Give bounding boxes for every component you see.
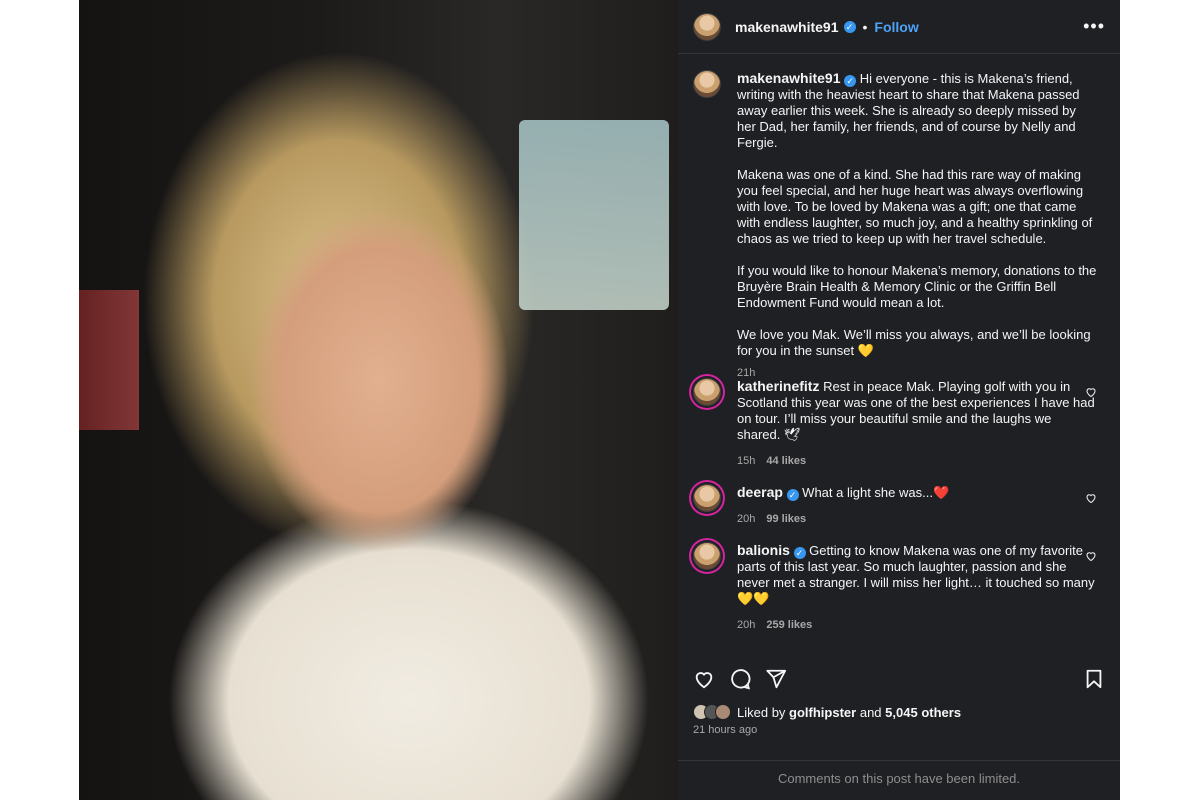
post-actions [693,666,1105,692]
comments-limited-notice: Comments on this post have been limited. [678,760,1120,786]
caption: makenawhite91 ✓ Hi everyone - this is Ma… [693,70,1105,379]
likes-count[interactable]: 5,045 others [885,705,961,720]
caption-username[interactable]: makenawhite91 [737,70,841,86]
comments-list[interactable]: makenawhite91 ✓ Hi everyone - this is Ma… [678,54,1120,632]
car-window [519,120,669,310]
liked-by-label: Liked by [737,704,786,720]
follow-button[interactable]: Follow [874,19,918,35]
comment-time: 20h [737,513,756,525]
like-icon[interactable] [693,668,715,690]
comment-likes[interactable]: 99 likes [766,511,806,527]
comment-time: 15h [737,455,756,467]
likes-summary[interactable]: Liked by golfhipster and 5,045 others [693,704,961,720]
post-header: makenawhite91 ✓ • Follow ••• [678,0,1120,54]
like-comment-icon[interactable] [1085,550,1097,562]
separator-dot: • [862,18,868,35]
car-seat [79,290,139,430]
commenter-avatar[interactable] [693,484,721,512]
author-username[interactable]: makenawhite91 [735,19,839,35]
comment-likes[interactable]: 44 likes [766,453,806,469]
commenter-username[interactable]: balionis [737,542,790,558]
commenter-avatar[interactable] [693,378,721,406]
like-comment-icon[interactable] [1085,386,1097,398]
verified-icon: ✓ [786,489,799,501]
post-photo[interactable] [79,0,678,800]
verified-icon: ✓ [793,547,806,559]
share-icon[interactable] [765,668,787,690]
comment-icon[interactable] [729,668,751,690]
caption-paragraph-3: If you would like to honour Makena’s mem… [737,263,1097,310]
caption-paragraph-4: We love you Mak. We’ll miss you always, … [737,327,1091,358]
verified-icon: ✓ [844,75,857,87]
author-avatar[interactable] [693,12,721,41]
liker-avatar [715,704,731,720]
more-options-icon[interactable]: ••• [1083,16,1105,37]
liked-and: and [859,704,882,720]
commenter-username[interactable]: deerap [737,484,783,500]
caption-avatar[interactable] [693,70,721,98]
comment-likes[interactable]: 259 likes [766,617,812,633]
commenter-username[interactable]: katherinefitz [737,378,819,394]
caption-paragraph-2: Makena was one of a kind. She had this r… [737,167,1093,246]
liker-avatars [693,704,731,720]
comment-item: katherinefitz Rest in peace Mak. Playing… [693,378,1105,484]
post-timestamp[interactable]: 21 hours ago [693,724,757,736]
comment-time: 20h [737,619,756,631]
comment-item: deerap ✓ What a light she was...❤️ 20h 9… [693,484,1105,542]
like-comment-icon[interactable] [1085,492,1097,504]
comment-item: balionis ✓ Getting to know Makena was on… [693,542,1105,632]
commenter-avatar[interactable] [693,542,721,570]
bookmark-icon[interactable] [1083,668,1105,690]
liked-by-user[interactable]: golfhipster [789,705,856,720]
comment-text: What a light she was...❤️ [802,485,950,500]
caption-paragraph-1: makenawhite91 ✓ Hi everyone - this is Ma… [737,70,1097,151]
post-side-panel: makenawhite91 ✓ • Follow ••• makenawhite… [678,0,1120,800]
comment-text: Getting to know Makena was one of my fav… [737,543,1095,606]
verified-icon: ✓ [843,20,856,33]
